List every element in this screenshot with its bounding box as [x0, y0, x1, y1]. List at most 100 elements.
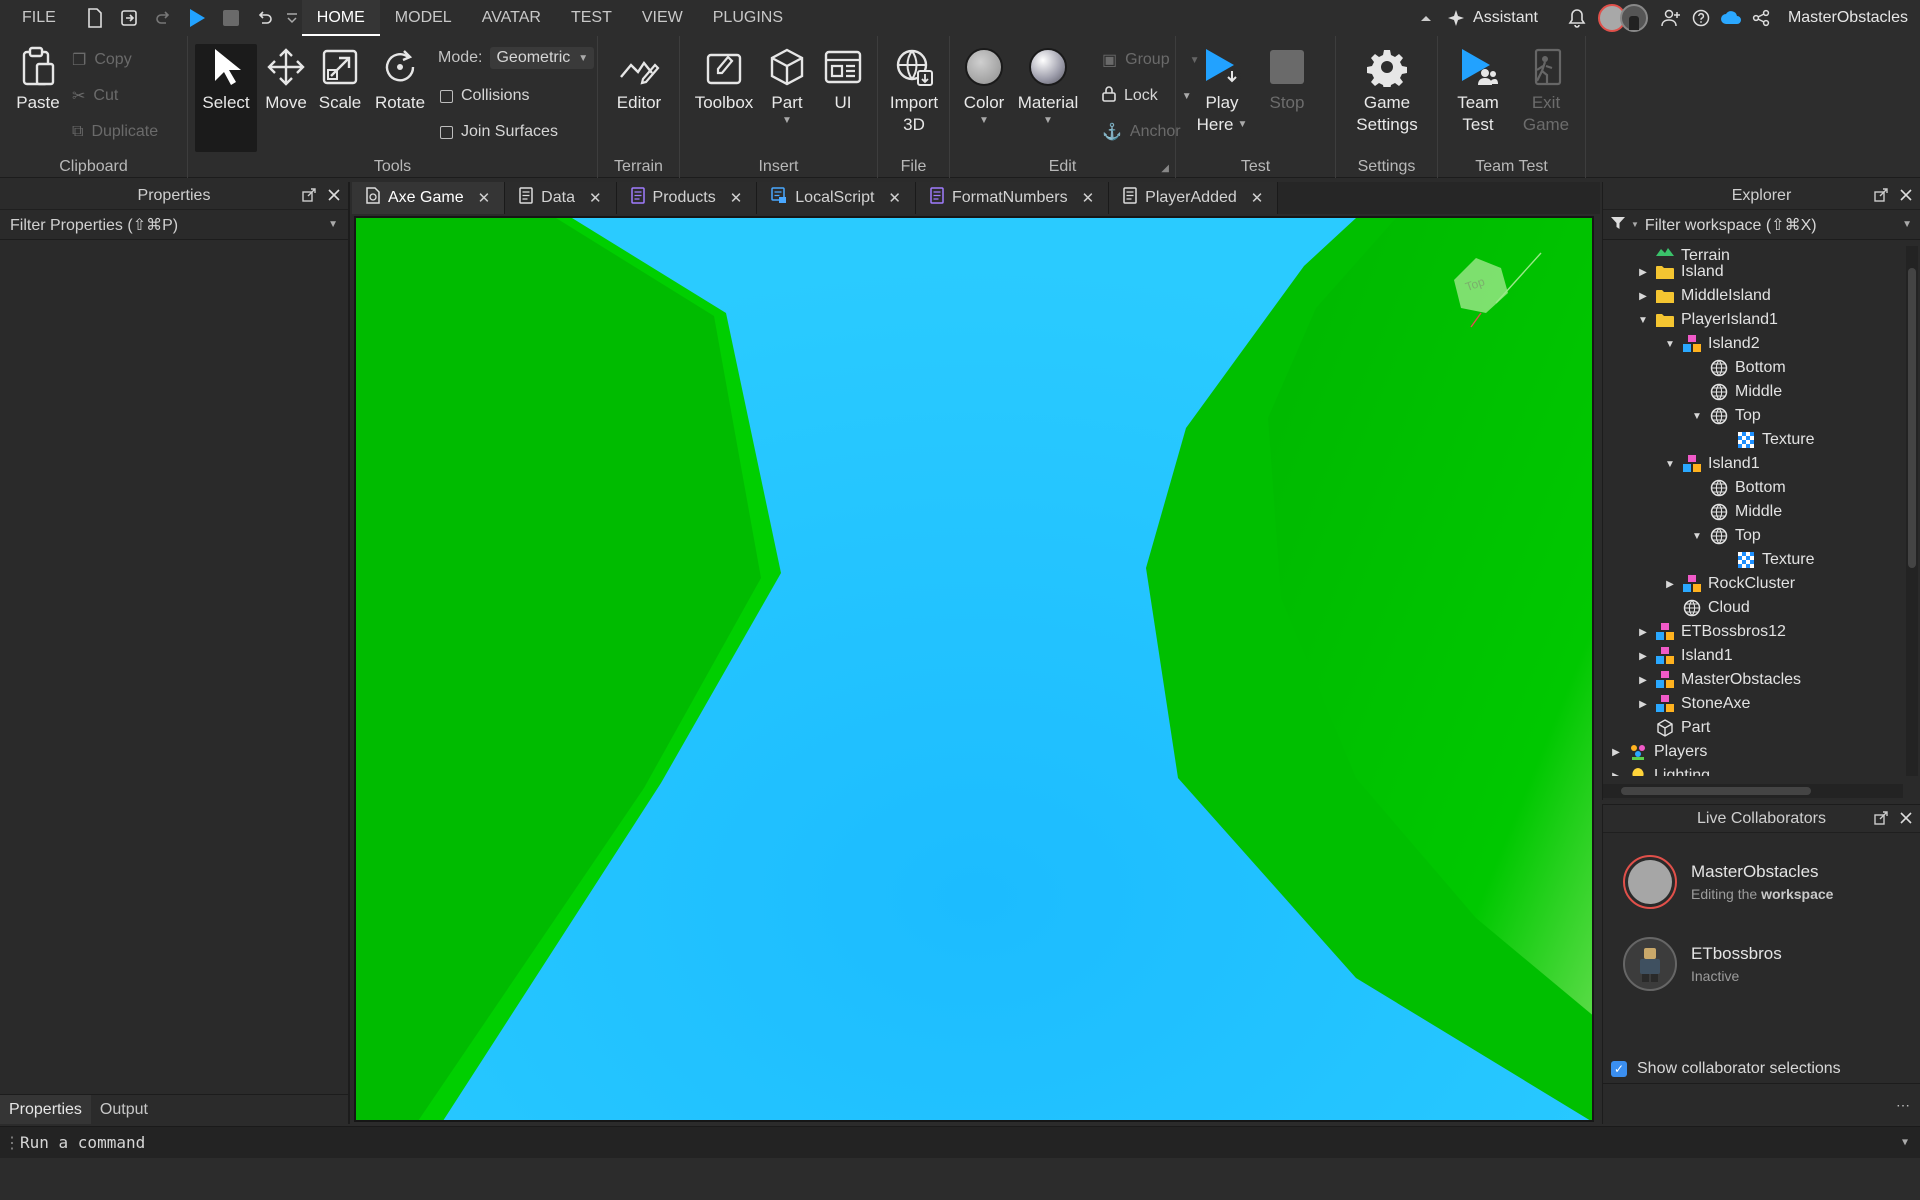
undock-icon[interactable] — [1874, 811, 1888, 830]
close-icon[interactable] — [328, 188, 340, 207]
join-surfaces-toggle[interactable]: Join Surfaces — [440, 120, 558, 144]
undock-icon[interactable] — [1874, 188, 1888, 207]
tab-model[interactable]: MODEL — [380, 0, 467, 36]
help-icon[interactable] — [1688, 0, 1714, 36]
toolbox-button[interactable]: Toolbox — [692, 44, 756, 114]
share-icon[interactable] — [1748, 0, 1774, 36]
drag-handle-icon[interactable]: ⋮ — [4, 1133, 20, 1152]
collisions-toggle[interactable]: Collisions — [440, 84, 529, 108]
add-friend-icon[interactable] — [1658, 0, 1684, 36]
doc-tab-playeradded[interactable]: PlayerAdded ✕ — [1109, 182, 1279, 214]
close-icon[interactable] — [1900, 811, 1912, 830]
chevron-down-icon[interactable]: ▼ — [328, 219, 338, 230]
redo-icon[interactable] — [146, 0, 180, 36]
3d-viewport[interactable]: Top — [354, 216, 1594, 1122]
tree-item-island2[interactable]: ▼ Island2 — [1603, 332, 1903, 356]
doc-tab-data[interactable]: Data ✕ — [505, 182, 617, 214]
chevron-down-icon[interactable]: ▼ — [1237, 114, 1247, 136]
new-file-icon[interactable] — [78, 0, 112, 36]
collaborator-row[interactable]: MasterObstacles Editing the workspace — [1623, 855, 1833, 909]
close-icon[interactable]: ✕ — [589, 189, 602, 207]
doc-tab-products[interactable]: Products ✕ — [616, 182, 758, 214]
doc-tab-formatnumbers[interactable]: FormatNumbers ✕ — [916, 182, 1110, 214]
close-icon[interactable] — [1900, 188, 1912, 207]
tree-item-masterobstacles[interactable]: ▶ MasterObstacles — [1603, 668, 1903, 692]
chevron-down-icon[interactable]: ▼ — [979, 114, 989, 128]
username[interactable]: MasterObstacles — [1788, 9, 1908, 27]
tree-item-top[interactable]: ▼ Top — [1603, 404, 1903, 428]
rotate-button[interactable]: Rotate — [370, 44, 430, 114]
copy-button[interactable]: ❐ Copy — [72, 48, 132, 72]
close-icon[interactable]: ✕ — [1082, 189, 1095, 207]
tree-item-players[interactable]: ▶ Players — [1603, 740, 1903, 764]
play-icon[interactable] — [180, 0, 214, 36]
expand-right-icon[interactable]: ▶ — [1609, 771, 1623, 777]
show-selections-checkbox[interactable]: ✓ — [1611, 1061, 1627, 1077]
tree-item-texture[interactable]: Texture — [1603, 428, 1903, 452]
tab-plugins[interactable]: PLUGINS — [698, 0, 798, 36]
mode-selector[interactable]: Mode: Geometric ▼ — [438, 46, 595, 70]
explorer-scrollbar[interactable] — [1906, 246, 1918, 776]
stop-button[interactable]: Stop — [1262, 44, 1312, 114]
chevron-down-icon[interactable]: ▼ — [1631, 220, 1639, 229]
expand-right-icon[interactable]: ▶ — [1636, 699, 1650, 710]
tree-item-middle[interactable]: Middle — [1603, 380, 1903, 404]
expand-right-icon[interactable]: ▶ — [1636, 675, 1650, 686]
close-icon[interactable]: ✕ — [1251, 189, 1264, 207]
tree-item-rockcluster[interactable]: ▶ RockCluster — [1603, 572, 1903, 596]
expand-down-icon[interactable]: ▼ — [1663, 339, 1677, 350]
duplicate-button[interactable]: ⧉ Duplicate — [72, 120, 158, 144]
team-test-button[interactable]: Team Test — [1450, 44, 1506, 136]
select-button[interactable]: Select — [198, 44, 254, 114]
tab-home[interactable]: HOME — [301, 0, 380, 36]
play-here-button[interactable]: Play Here ▼ — [1194, 44, 1250, 136]
expand-down-icon[interactable]: ▼ — [1636, 315, 1650, 326]
tab-test[interactable]: TEST — [556, 0, 627, 36]
expand-down-icon[interactable]: ▼ — [1690, 411, 1704, 422]
tree-item-bottom[interactable]: Bottom — [1603, 356, 1903, 380]
cut-button[interactable]: ✂ Cut — [72, 84, 118, 108]
ui-button[interactable]: UI — [818, 44, 868, 114]
material-button[interactable]: Material ▼ — [1016, 44, 1080, 128]
assistant-button[interactable]: Assistant — [1473, 9, 1538, 27]
tree-item-top[interactable]: ▼ Top — [1603, 524, 1903, 548]
collapse-ribbon-icon[interactable] — [1409, 0, 1443, 36]
expand-right-icon[interactable]: ▶ — [1636, 267, 1650, 278]
paste-button[interactable]: Paste — [12, 44, 64, 114]
terrain-editor-button[interactable]: Editor — [612, 44, 666, 114]
tree-item-playerisland1[interactable]: ▼ PlayerIsland1 — [1603, 308, 1903, 332]
scrollbar-thumb[interactable] — [1621, 787, 1811, 795]
stop-icon[interactable] — [214, 0, 248, 36]
tab-properties[interactable]: Properties — [0, 1095, 91, 1124]
tree-item-stoneaxe[interactable]: ▶ StoneAxe — [1603, 692, 1903, 716]
chevron-down-icon[interactable]: ▼ — [1043, 114, 1053, 128]
join-surfaces-checkbox[interactable] — [440, 125, 453, 139]
tree-item-island[interactable]: ▶ Island — [1603, 260, 1903, 284]
doc-tab-axe-game[interactable]: Axe Game ✕ — [352, 182, 506, 214]
undo-icon[interactable] — [248, 0, 282, 36]
tree-item-texture[interactable]: Texture — [1603, 548, 1903, 572]
expand-right-icon[interactable]: ▶ — [1663, 579, 1677, 590]
chevron-down-icon[interactable]: ▼ — [1902, 1137, 1908, 1148]
file-menu[interactable]: FILE — [0, 0, 78, 36]
game-settings-button[interactable]: Game Settings — [1348, 44, 1426, 136]
tree-item-terrain[interactable]: Terrain — [1603, 246, 1903, 260]
mode-dropdown[interactable]: Geometric ▼ — [490, 47, 595, 69]
anchor-button[interactable]: ⚓ Anchor — [1102, 120, 1181, 144]
filter-properties-input[interactable]: Filter Properties (⇧⌘P) ▼ — [0, 210, 348, 240]
collisions-checkbox[interactable] — [440, 89, 453, 103]
tree-item-middle[interactable]: Middle — [1603, 500, 1903, 524]
tab-avatar[interactable]: AVATAR — [467, 0, 556, 36]
cloud-icon[interactable] — [1718, 0, 1744, 36]
expand-right-icon[interactable]: ▶ — [1636, 291, 1650, 302]
color-button[interactable]: Color ▼ — [958, 44, 1010, 128]
part-button[interactable]: Part ▼ — [762, 44, 812, 128]
expand-right-icon[interactable]: ▶ — [1636, 627, 1650, 638]
import-3d-button[interactable]: Import 3D — [885, 44, 943, 136]
tree-item-middleisland[interactable]: ▶ MiddleIsland — [1603, 284, 1903, 308]
tree-item-etbossbros12[interactable]: ▶ ETBossbros12 — [1603, 620, 1903, 644]
collaborator-row[interactable]: ETbossbros Inactive — [1623, 937, 1782, 991]
move-button[interactable]: Move — [258, 44, 314, 114]
tree-item-cloud[interactable]: Cloud — [1603, 596, 1903, 620]
tree-item-bottom[interactable]: Bottom — [1603, 476, 1903, 500]
